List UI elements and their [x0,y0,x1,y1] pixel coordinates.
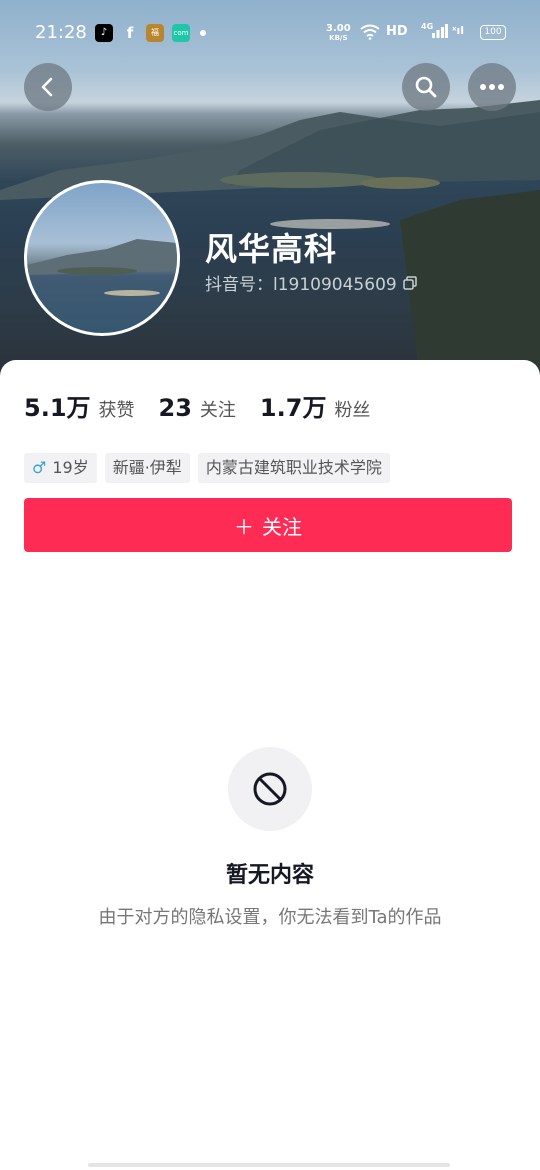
more-dots-icon [480,84,504,90]
more-options-button[interactable] [468,63,516,111]
follow-button[interactable]: ＋ 关注 [24,498,512,552]
facebook-icon: f [126,24,134,42]
douyin-id-text: 抖音号：l19109045609 [205,275,397,295]
news-app-icon: 福 [146,24,164,42]
follow-button-label: 关注 [262,514,302,539]
douyin-id-row[interactable]: 抖音号：l19109045609 [205,270,417,295]
signal-icon [432,24,448,42]
likes-count: 5.1万 [24,394,91,422]
avatar-lake-image [27,239,177,296]
followers-count: 1.7万 [259,394,327,422]
following-count: 23 [158,394,192,422]
chevron-left-icon [41,77,53,97]
following-label: 关注 [199,400,236,421]
male-icon: ♂ [32,458,47,477]
battery-icon: 100 [480,25,506,40]
profile-tags: ♂ 19岁 新疆·伊犁 内蒙古建筑职业技术学院 [24,453,390,483]
wifi-icon [360,24,380,44]
empty-state-title: 暂无内容 [225,863,314,888]
likes-stat[interactable]: 5.1万 获赞 [24,388,135,423]
profile-name: 风华高科 [205,230,338,268]
avatar[interactable] [24,180,180,336]
location-tag: 新疆·伊犁 [104,453,190,483]
search-icon [415,76,437,98]
tiktok-icon: ♪ [95,24,113,42]
com-app-icon: com [172,24,190,42]
school-tag: 内蒙古建筑职业技术学院 [197,453,390,483]
home-indicator [88,1163,450,1167]
followers-stat[interactable]: 1.7万 粉丝 [260,388,371,423]
status-time: 21:28 [35,22,87,43]
status-bar: 21:28 ♪ f 福 com 3.00 KB/S HD 4G ˣıl 100 [0,0,540,64]
likes-label: 获赞 [98,400,135,421]
empty-state-description: 由于对方的隐私设置，你无法看到Ta的作品 [98,907,442,928]
prohibited-icon [253,772,287,806]
age-text: 19岁 [52,458,89,477]
notification-dot [200,30,206,36]
empty-state-icon-wrap [228,747,312,831]
plus-icon: ＋ [234,514,254,539]
following-stat[interactable]: 23 关注 [159,394,236,422]
hd-indicator: HD [386,24,408,39]
followers-label: 粉丝 [334,400,371,421]
network-speed: 3.00 KB/S [326,23,351,43]
signal-2-icon: ˣıl [452,24,465,37]
gender-age-tag: ♂ 19岁 [24,453,97,483]
back-button[interactable] [24,63,72,111]
copy-icon[interactable] [402,275,417,290]
profile-stats: 5.1万 获赞 23 关注 1.7万 粉丝 [24,388,394,423]
search-button[interactable] [402,63,450,111]
